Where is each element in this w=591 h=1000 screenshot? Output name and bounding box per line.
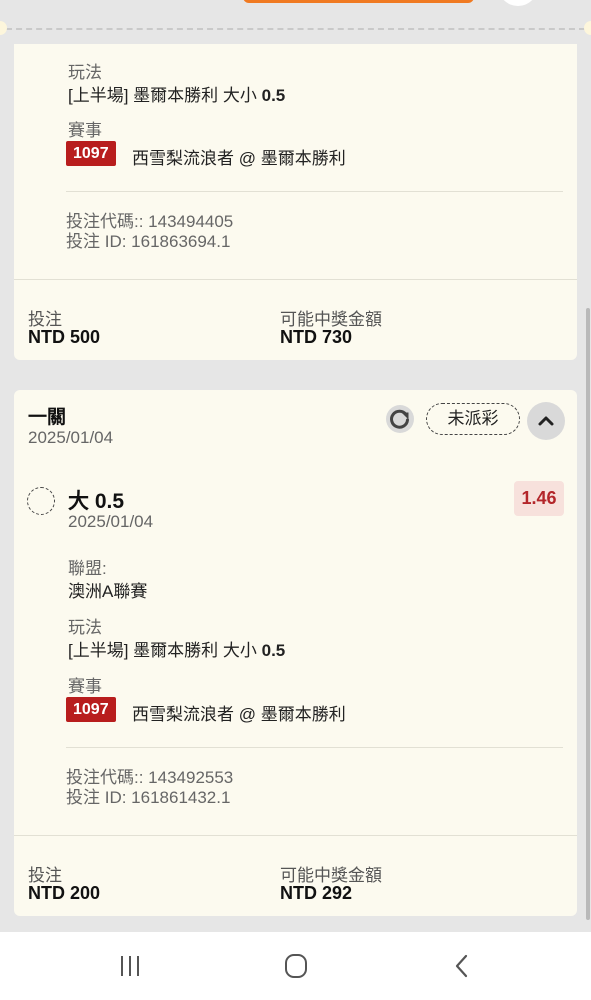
selection-name: 大 0.5 xyxy=(68,490,125,513)
bet-card-1: 玩法 [上半場] 墨爾本勝利 大小 0.5 賽事 1097 西雪梨流浪者 @ 墨… xyxy=(14,44,577,360)
bet-id: 投注 ID: 161863694.1 xyxy=(66,232,231,251)
bet-code: 投注代碼:: 143494405 xyxy=(66,212,234,231)
payout-value: NTD 292 xyxy=(280,883,353,903)
ticket-notch-left xyxy=(0,21,7,35)
divider xyxy=(66,747,563,748)
selection-date: 2025/01/04 xyxy=(68,512,154,531)
round-button-partial[interactable] xyxy=(498,0,538,6)
home-icon[interactable] xyxy=(276,950,316,982)
scrollbar[interactable] xyxy=(586,308,590,920)
play-line: 0.5 xyxy=(261,86,286,105)
accent-button-partial[interactable] xyxy=(243,0,474,3)
refresh-icon[interactable] xyxy=(385,404,415,434)
top-area xyxy=(0,0,591,44)
bet-type: 一關 xyxy=(28,407,67,428)
event-match: 西雪梨流浪者 @ 墨爾本勝利 xyxy=(132,705,346,724)
back-icon[interactable] xyxy=(442,950,482,982)
league-label: 聯盟: xyxy=(68,559,107,578)
payout-value: NTD 730 xyxy=(280,327,353,347)
ticket-notch-right xyxy=(584,21,591,35)
collapse-button[interactable] xyxy=(527,402,565,440)
play-line: 0.5 xyxy=(261,641,286,660)
divider xyxy=(14,279,577,280)
play-label: 玩法 xyxy=(68,63,102,82)
divider xyxy=(14,835,577,836)
bet-date: 2025/01/04 xyxy=(28,428,114,447)
event-label: 賽事 xyxy=(68,121,102,140)
event-match: 西雪梨流浪者 @ 墨爾本勝利 xyxy=(132,149,346,168)
play-text: [上半場] 墨爾本勝利 大小 xyxy=(68,86,262,105)
play-value: [上半場] 墨爾本勝利 大小 0.5 xyxy=(68,636,285,661)
bet-code: 投注代碼:: 143492553 xyxy=(66,768,234,787)
event-id-badge: 1097 xyxy=(66,141,116,166)
radio-icon[interactable] xyxy=(27,487,55,515)
odds-badge: 1.46 xyxy=(514,481,564,516)
play-value: [上半場] 墨爾本勝利 大小 0.5 xyxy=(68,81,285,106)
event-id-badge: 1097 xyxy=(66,697,116,722)
stake-value: NTD 200 xyxy=(28,883,101,903)
system-nav-bar xyxy=(0,932,591,1000)
bet-id: 投注 ID: 161861432.1 xyxy=(66,788,231,807)
recent-apps-icon[interactable] xyxy=(110,950,150,982)
play-text: [上半場] 墨爾本勝利 大小 xyxy=(68,641,262,660)
bet-card-2: 一關 2025/01/04 未派彩 大 0.5 2025/01/04 1.46 … xyxy=(14,390,577,916)
league-value: 澳洲A聯賽 xyxy=(68,582,148,601)
ticket-perforation xyxy=(6,28,585,30)
divider xyxy=(66,191,563,192)
status-badge: 未派彩 xyxy=(426,403,520,435)
stake-value: NTD 500 xyxy=(28,327,101,347)
chevron-up-icon xyxy=(538,416,554,426)
event-label: 賽事 xyxy=(68,677,102,696)
play-label: 玩法 xyxy=(68,618,102,637)
